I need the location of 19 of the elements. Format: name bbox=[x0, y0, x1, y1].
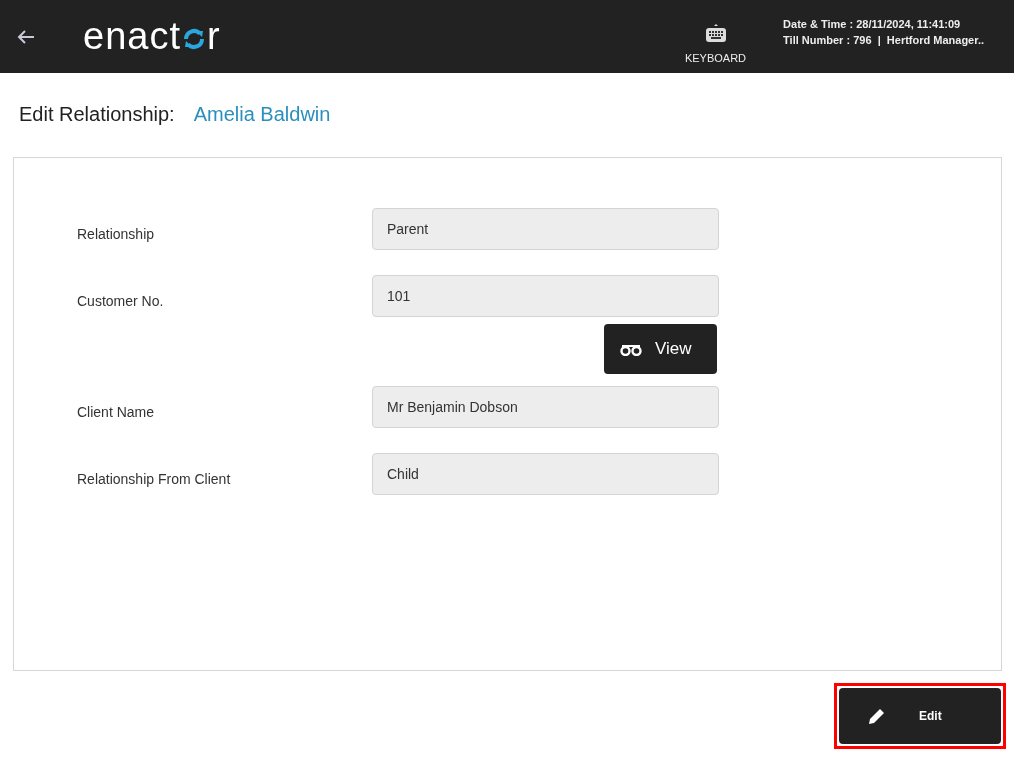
page-title: Edit Relationship: bbox=[19, 103, 175, 125]
pencil-icon bbox=[867, 706, 887, 726]
customer-name: Amelia Baldwin bbox=[193, 103, 331, 125]
field-label: Client Name bbox=[77, 404, 156, 420]
input-field[interactable]: Mr Benjamin Dobson bbox=[372, 386, 719, 428]
input-field[interactable]: Parent bbox=[372, 208, 719, 250]
binoculars-icon bbox=[619, 342, 643, 356]
view-button[interactable]: View bbox=[604, 324, 717, 374]
till-info-text: Till Number : 796 | Hertford Manager.. bbox=[783, 33, 984, 46]
date-time-text: Date & Time : 28/11/2024, 11:41:09 bbox=[783, 17, 962, 30]
logo: enact r bbox=[83, 15, 221, 58]
input-field[interactable]: 101 bbox=[372, 275, 719, 317]
edit-button[interactable]: Edit bbox=[839, 688, 1001, 744]
back-arrow-icon[interactable] bbox=[17, 28, 35, 45]
field-label: Relationship From Client bbox=[77, 471, 232, 487]
keyboard-button[interactable]: KEYBOARD bbox=[684, 21, 747, 64]
field-label: Customer No. bbox=[77, 293, 165, 309]
input-field[interactable]: Child bbox=[372, 453, 719, 495]
field-label: Relationship bbox=[77, 226, 156, 242]
